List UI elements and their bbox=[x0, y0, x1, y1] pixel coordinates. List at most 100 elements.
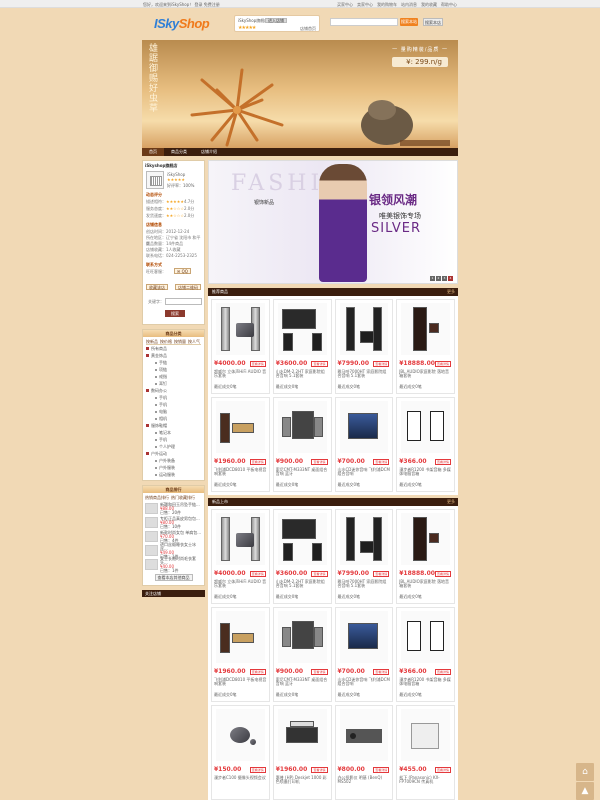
product-card[interactable]: ¥1960.00 查看详情 飞利浦DCD8010 平板电视音响套装 最近成交0笔 bbox=[211, 397, 270, 492]
product-desc[interactable]: 惠普 (HP) Deskjet 1000 彩色喷墨打印机 bbox=[276, 776, 329, 784]
category-item[interactable]: 服饰鞋帽 bbox=[146, 422, 201, 429]
category-item[interactable]: 户外运动 bbox=[146, 450, 201, 457]
product-card[interactable]: ¥7990.00 查看详情 雅马哈7000HT 家庭影院组合音响 5.1套装 最近成交… bbox=[334, 509, 394, 604]
product-card[interactable]: ¥3600.00 查看详情 山水DM-2.2HT 家庭影院组合音响 5.1套装 最近成… bbox=[272, 299, 332, 394]
product-image[interactable] bbox=[216, 401, 265, 453]
details-tag[interactable]: 查看详情 bbox=[434, 361, 451, 367]
product-card[interactable]: ¥900.00 查看详情 索尼CMT-M333NT 桌面组合音响 蓝牙 最近成交0笔 bbox=[272, 607, 332, 702]
details-tag[interactable]: 查看详情 bbox=[434, 459, 451, 465]
product-card[interactable]: ¥1960.00 查看详情 惠普 (HP) Deskjet 1000 彩色喷墨打印机 bbox=[272, 705, 332, 800]
product-desc[interactable]: 超威尔 立体声HiFi AUDIO 音乐套装 bbox=[214, 580, 267, 588]
category-item[interactable]: 相机 bbox=[146, 415, 201, 422]
product-desc[interactable]: 索尼CMT-M333NT 桌面组合音响 蓝牙 bbox=[276, 468, 329, 476]
details-tag[interactable]: 查看详情 bbox=[249, 669, 266, 675]
product-desc[interactable]: 飞利浦DCD8010 平板电视音响套装 bbox=[214, 468, 267, 476]
details-tag[interactable]: 查看详情 bbox=[311, 669, 328, 675]
tab-sales[interactable]: 按销量 bbox=[174, 339, 186, 344]
product-image[interactable] bbox=[339, 513, 389, 565]
category-item[interactable]: 手链 bbox=[146, 359, 201, 366]
product-card[interactable]: ¥455.00 查看详情 松下 (Panasonic) KX-FP7009CN 传真… bbox=[396, 705, 455, 800]
product-card[interactable]: ¥4000.00 查看详情 超威尔 立体声HiFi AUDIO 音乐套装 最近成交0笔 bbox=[211, 509, 270, 604]
product-card[interactable]: ¥7990.00 查看详情 雅马哈7000HT 家庭影院组合音响 5.1套装 最近成交… bbox=[334, 299, 394, 394]
category-item[interactable]: 户外服装 bbox=[146, 464, 201, 471]
details-tag[interactable]: 查看详情 bbox=[434, 571, 451, 577]
home-float-icon[interactable]: ⌂ bbox=[576, 763, 594, 781]
category-item[interactable]: 数码办公 bbox=[146, 387, 201, 394]
category-item[interactable]: 手机 bbox=[146, 436, 201, 443]
product-desc[interactable]: 山水DM-2.2HT 家庭影院组合音响 5.1套装 bbox=[276, 370, 329, 378]
slider-dot[interactable]: 1 bbox=[430, 276, 435, 281]
details-tag[interactable]: 查看详情 bbox=[373, 459, 390, 465]
category-item[interactable]: 电脑 bbox=[146, 408, 201, 415]
product-image[interactable] bbox=[216, 611, 265, 663]
nav-shop-intro[interactable]: 店铺介绍 bbox=[194, 148, 224, 156]
product-card[interactable]: ¥150.00 查看详情 漫步者C100 摄像头视频会议 bbox=[211, 705, 270, 800]
category-item[interactable]: 手机 bbox=[146, 394, 201, 401]
details-tag[interactable]: 查看详情 bbox=[373, 669, 390, 675]
tab-popular[interactable]: 按人气 bbox=[188, 339, 200, 344]
back-to-top-icon[interactable]: ▲ bbox=[576, 782, 594, 800]
product-card[interactable]: ¥366.00 查看详情 漫步者R1200 书架音箱 多媒体电脑音箱 最近成交0笔 bbox=[396, 607, 455, 702]
ranking-item[interactable]: 专柜正品真皮男包包... ¥80.00 已售：10件 bbox=[145, 516, 202, 529]
nav-categories[interactable]: 商品分类 bbox=[164, 148, 194, 156]
product-image[interactable] bbox=[339, 303, 389, 355]
view-more-button[interactable]: 查看本店其他商品 bbox=[154, 574, 193, 581]
ranking-item[interactable]: 女士长袖时尚毛衣套头... ¥40.00 已售：1件 bbox=[145, 556, 202, 572]
product-image[interactable] bbox=[216, 709, 265, 761]
product-image[interactable] bbox=[401, 611, 450, 663]
product-card[interactable]: ¥700.00 查看详情 山水CD迷你音响 飞利浦DCM组合音响 最近成交0笔 bbox=[334, 397, 394, 492]
details-tag[interactable]: 查看详情 bbox=[311, 459, 328, 465]
slider-dot[interactable]: 4 bbox=[448, 276, 453, 281]
tab-hot-sales[interactable]: 热销商品排行 bbox=[145, 495, 169, 501]
product-desc[interactable]: 山水DM-2.2HT 家庭影院组合音响 5.1套装 bbox=[276, 580, 329, 588]
search-site-button[interactable]: 搜索本站 bbox=[400, 18, 418, 26]
product-image[interactable] bbox=[401, 513, 450, 565]
shop-search-button[interactable]: 搜索 bbox=[165, 310, 185, 317]
product-card[interactable]: ¥700.00 查看详情 山水CD迷你音响 飞利浦DCM组合音响 最近成交0笔 bbox=[334, 607, 394, 702]
product-image[interactable] bbox=[401, 709, 450, 761]
details-tag[interactable]: 查看详情 bbox=[434, 669, 451, 675]
details-tag[interactable]: 查看详情 bbox=[373, 571, 390, 577]
favorite-shop-button[interactable]: 收藏该店 bbox=[146, 284, 168, 290]
product-desc[interactable]: 山水CD迷你音响 飞利浦DCM组合音响 bbox=[338, 678, 391, 686]
product-desc[interactable]: 雅马哈7000HT 家庭影院组合音响 5.1套装 bbox=[338, 370, 391, 378]
slider-dot[interactable]: 3 bbox=[442, 276, 447, 281]
product-desc[interactable]: 山水CD迷你音响 飞利浦DCM组合音响 bbox=[338, 468, 391, 476]
product-desc[interactable]: JBL AUDIO家庭影院 落地音箱套装 bbox=[399, 580, 452, 588]
product-desc[interactable]: 松下 (Panasonic) KX-FP7009CN 传真机 bbox=[399, 776, 452, 784]
details-tag[interactable]: 查看详情 bbox=[249, 361, 266, 367]
wangwang-button[interactable]: ✉ QQ bbox=[174, 268, 191, 274]
keyword-input[interactable] bbox=[165, 298, 202, 305]
product-card[interactable]: ¥4000.00 查看详情 超威尔 立体声HiFi AUDIO 音乐套装 最近成交0笔 bbox=[211, 299, 270, 394]
product-card[interactable]: ¥3600.00 查看详情 山水DM-2.2HT 家庭影院组合音响 5.1套装 最近成… bbox=[272, 509, 332, 604]
details-tag[interactable]: 查看详情 bbox=[249, 571, 266, 577]
ranking-item[interactable]: 新疆和田玉吊坠手链... ¥88.00 已售：20件 bbox=[145, 502, 202, 515]
product-image[interactable] bbox=[277, 303, 327, 355]
category-item[interactable]: 户外装备 bbox=[146, 457, 201, 464]
product-card[interactable]: ¥900.00 查看详情 索尼CMT-M333NT 桌面组合音响 蓝牙 最近成交0笔 bbox=[272, 397, 332, 492]
shop-qr-button[interactable]: 店铺二维码 bbox=[175, 284, 201, 290]
product-image[interactable] bbox=[339, 611, 389, 663]
category-item[interactable]: 所有商品 bbox=[146, 345, 201, 352]
product-image[interactable] bbox=[339, 709, 389, 761]
details-tag[interactable]: 查看详情 bbox=[311, 571, 328, 577]
product-desc[interactable]: 飞利浦DCD8010 平板电视音响套装 bbox=[214, 678, 267, 686]
product-desc[interactable]: 漫步者R1200 书架音箱 多媒体电脑音箱 bbox=[399, 468, 452, 476]
category-item[interactable]: 耳钉 bbox=[146, 380, 201, 387]
nav-home[interactable]: 首页 bbox=[142, 148, 164, 156]
product-desc[interactable]: 雅马哈7000HT 家庭影院组合音响 5.1套装 bbox=[338, 580, 391, 588]
top-link-help[interactable]: 帮助中心 bbox=[441, 2, 457, 8]
product-image[interactable] bbox=[277, 513, 327, 565]
top-link-cart[interactable]: 我的购物车 bbox=[377, 2, 397, 8]
product-image[interactable] bbox=[277, 611, 327, 663]
tab-price[interactable]: 按价格 bbox=[160, 339, 172, 344]
category-item[interactable]: 运动服装 bbox=[146, 471, 201, 478]
product-desc[interactable]: JBL AUDIO家庭影院 落地音箱套装 bbox=[399, 370, 452, 378]
product-image[interactable] bbox=[401, 303, 450, 355]
search-input[interactable] bbox=[330, 18, 398, 26]
top-link-seller[interactable]: 卖家中心 bbox=[357, 2, 373, 8]
shop-home-link[interactable]: 店铺首页 bbox=[300, 26, 316, 32]
product-image[interactable] bbox=[216, 303, 265, 355]
product-image[interactable] bbox=[339, 401, 389, 453]
details-tag[interactable]: 查看详情 bbox=[434, 767, 451, 773]
